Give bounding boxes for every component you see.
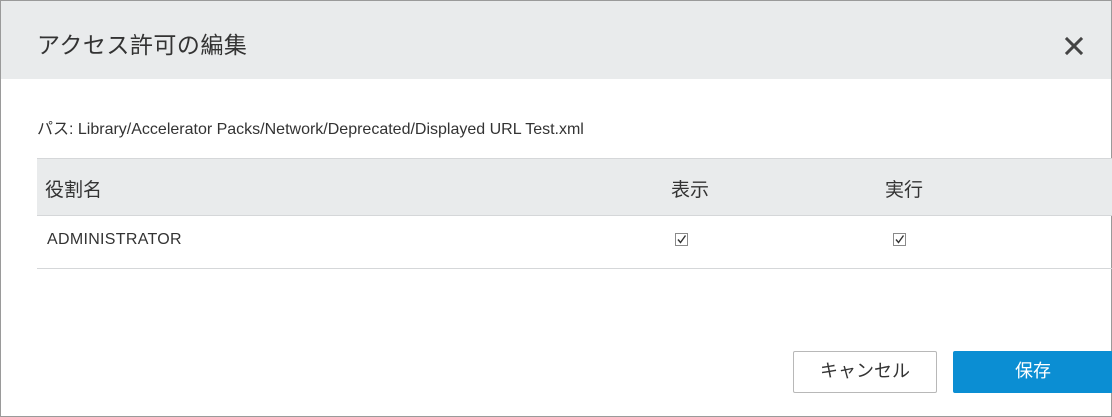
role-name-cell: ADMINISTRATOR: [47, 231, 182, 248]
permissions-table: 役割名 表示 実行 ADMINISTRATOR: [37, 158, 1112, 269]
close-icon[interactable]: [1063, 35, 1085, 57]
view-permission-checkbox[interactable]: [675, 233, 688, 246]
path-text: パス: Library/Accelerator Packs/Network/De…: [37, 121, 584, 138]
edit-permissions-dialog: アクセス許可の編集 パス: Library/Accelerator Packs/…: [0, 0, 1112, 417]
dialog-titlebar: アクセス許可の編集: [1, 1, 1111, 79]
dialog-title: アクセス許可の編集: [37, 33, 248, 59]
table-row: ADMINISTRATOR: [37, 216, 1112, 269]
execute-permission-checkbox[interactable]: [893, 233, 906, 246]
column-header-view: 表示: [671, 179, 710, 201]
column-header-execute: 実行: [885, 179, 924, 201]
column-header-role: 役割名: [45, 179, 103, 201]
table-header: 役割名 表示 実行: [37, 158, 1112, 216]
cancel-button[interactable]: キャンセル: [793, 351, 937, 393]
save-button[interactable]: 保存: [953, 351, 1112, 393]
